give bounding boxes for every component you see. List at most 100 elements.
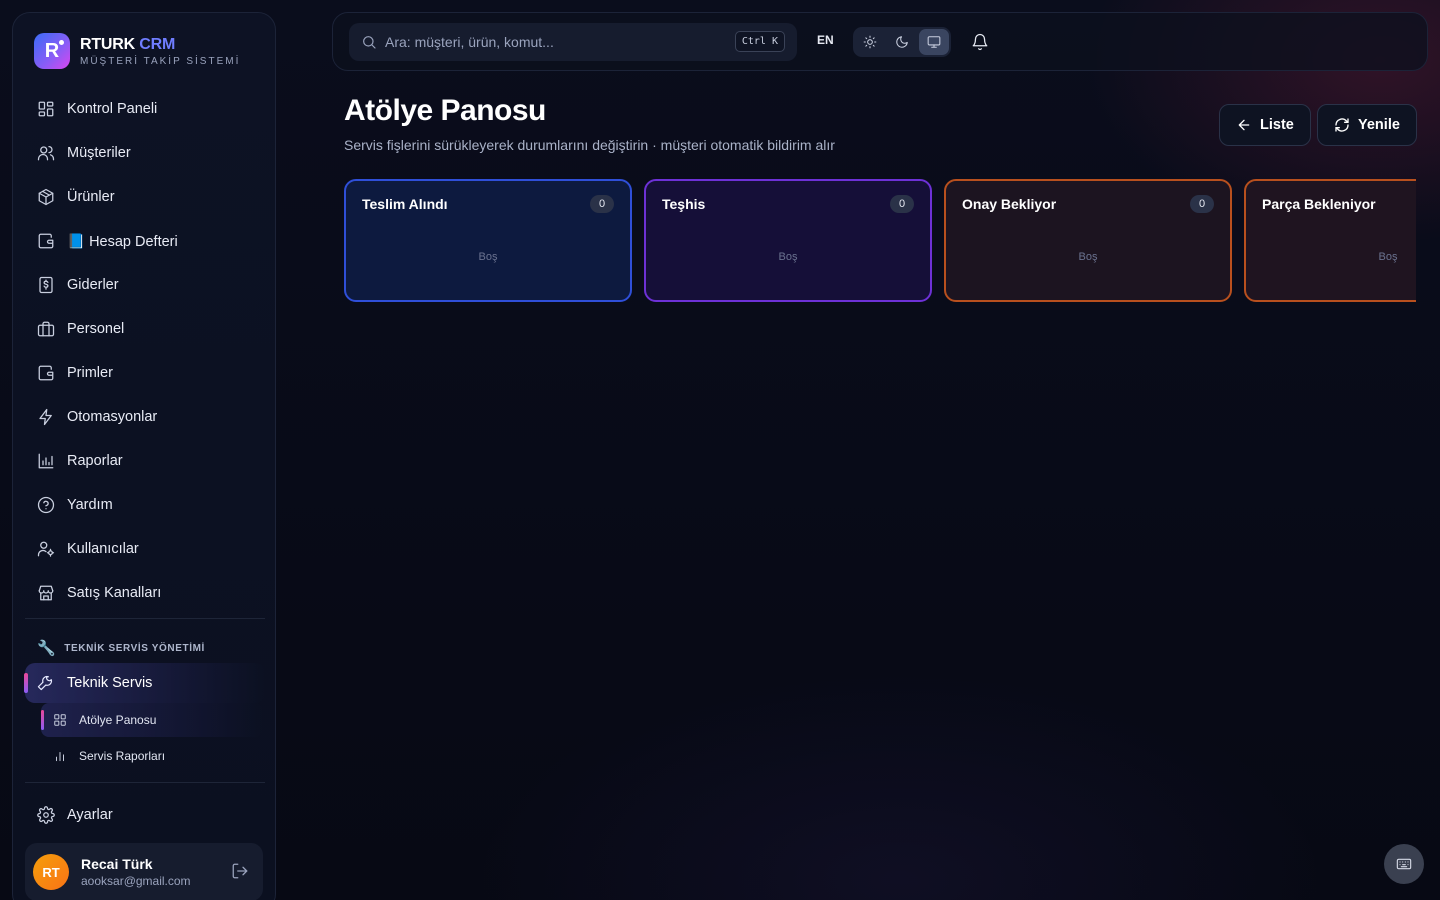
column-title: Teslim Alındı — [362, 196, 448, 212]
avatar: RT — [33, 854, 69, 890]
column-empty-text: Boş — [778, 251, 798, 263]
page-subtitle: Servis fişlerini sürükleyerek durumların… — [344, 137, 835, 153]
user-name: Recai Türk — [81, 856, 153, 872]
dashboard-icon — [38, 101, 54, 117]
sidebar-item-kontrol-paneli[interactable]: Kontrol Paneli — [25, 87, 265, 131]
column-empty-text: Boş — [1378, 251, 1398, 263]
brand-logo: R — [34, 33, 70, 69]
sidebar-item-teknik-servis[interactable]: Teknik Servis — [24, 663, 265, 703]
monitor-icon — [927, 36, 941, 48]
column-count-badge: 0 — [890, 195, 914, 213]
sidebar-item-giderler[interactable]: Giderler — [25, 263, 265, 307]
sidebar-item-label: Ayarlar — [67, 807, 113, 823]
kanban-column-parca-bekleniyor[interactable]: Parça Bekleniyor Boş — [1244, 179, 1416, 302]
sidebar-subitem-label: Servis Raporları — [79, 749, 166, 763]
search-icon — [363, 36, 376, 49]
sidebar-item-otomasyonlar[interactable]: Otomasyonlar — [25, 395, 265, 439]
column-empty-text: Boş — [1078, 251, 1098, 263]
sidebar-item-label: Personel — [67, 321, 125, 337]
sidebar-item-label: Kullanıcılar — [67, 541, 139, 557]
sidebar-item-label: Satış Kanalları — [67, 585, 162, 601]
sidebar-subitem-atolye-panosu[interactable]: Atölye Panosu — [41, 703, 263, 737]
zap-icon — [39, 408, 52, 426]
keyboard-shortcuts-button[interactable] — [1384, 844, 1424, 884]
gear-icon — [37, 806, 55, 824]
shortcut-hint: Ctrl K — [734, 31, 785, 52]
sidebar-item-personel[interactable]: Personel — [25, 307, 265, 351]
brand[interactable]: R RTURK CRM MÜŞTERİ TAKİP SİSTEMİ — [34, 33, 240, 69]
bar-chart-icon — [38, 453, 54, 469]
sidebar: R RTURK CRM MÜŞTERİ TAKİP SİSTEMİ Kontro… — [12, 12, 276, 900]
sidebar-item-urunler[interactable]: Ürünler — [25, 175, 265, 219]
package-icon — [38, 188, 54, 206]
sidebar-item-label: Otomasyonlar — [67, 409, 158, 425]
wallet-icon — [38, 365, 54, 381]
sidebar-item-hesap-defteri[interactable]: 📘 Hesap Defteri — [25, 219, 265, 263]
wallet-icon — [38, 233, 54, 249]
list-button[interactable]: Liste — [1219, 104, 1311, 146]
theme-light-button[interactable] — [855, 29, 885, 55]
logout-button[interactable] — [231, 862, 249, 880]
help-circle-icon — [37, 496, 55, 514]
dashboard-icon — [54, 714, 66, 726]
topbar: Ctrl K EN — [332, 12, 1428, 71]
column-count-badge: 0 — [1190, 195, 1214, 213]
active-indicator — [24, 673, 28, 693]
sidebar-subitem-servis-raporlari[interactable]: Servis Raporları — [41, 739, 263, 773]
user-email: aooksar@gmail.com — [81, 874, 191, 888]
wrench-icon — [37, 675, 53, 691]
sidebar-item-satis-kanallari[interactable]: Satış Kanalları — [25, 571, 265, 615]
language-switch[interactable]: EN — [817, 33, 834, 47]
theme-toggle-group — [853, 27, 951, 57]
sidebar-item-ayarlar[interactable]: Ayarlar — [25, 793, 265, 837]
theme-dark-button[interactable] — [887, 29, 917, 55]
sidebar-item-label: Teknik Servis — [67, 675, 153, 691]
column-title: Teşhis — [662, 196, 706, 212]
sidebar-item-musteriler[interactable]: Müşteriler — [25, 131, 265, 175]
user-card[interactable]: RT Recai Türk aooksar@gmail.com — [25, 843, 263, 900]
users-icon — [37, 145, 55, 161]
kanban-column-onay-bekliyor[interactable]: Onay Bekliyor 0 Boş — [944, 179, 1232, 302]
refresh-icon — [1335, 118, 1349, 132]
sidebar-item-label: Müşteriler — [67, 145, 131, 161]
receipt-icon — [39, 276, 53, 294]
kanban-board: Teslim Alındı 0 Boş Teşhis 0 Boş Onay Be… — [344, 179, 1416, 303]
brand-name: RTURK CRM — [80, 35, 176, 53]
kanban-column-teslim-alindi[interactable]: Teslim Alındı 0 Boş — [344, 179, 632, 302]
section-title-teknik-servis: 🔧 TEKNİK SERVİS YÖNETİMİ — [37, 640, 205, 657]
sidebar-item-label: Raporlar — [67, 453, 123, 469]
kanban-column-teshis[interactable]: Teşhis 0 Boş — [644, 179, 932, 302]
page-title: Atölye Panosu — [344, 94, 546, 127]
briefcase-icon — [37, 321, 55, 337]
sidebar-item-label: Ürünler — [67, 189, 115, 205]
column-title: Onay Bekliyor — [962, 196, 1057, 212]
keyboard-icon — [1396, 858, 1412, 870]
sidebar-item-label: Kontrol Paneli — [67, 101, 158, 117]
theme-system-button[interactable] — [919, 29, 949, 55]
sidebar-item-primler[interactable]: Primler — [25, 351, 265, 395]
divider — [25, 618, 265, 619]
store-icon — [38, 585, 54, 601]
sidebar-nav: Kontrol Paneli Müşteriler Ürünler 📘 Hesa… — [25, 87, 265, 615]
sidebar-item-label: 📘 Hesap Defteri — [67, 233, 178, 250]
notifications-button[interactable] — [971, 33, 989, 51]
arrow-left-icon — [1238, 119, 1250, 131]
sidebar-item-yardim[interactable]: Yardım — [25, 483, 265, 527]
brand-subtitle: MÜŞTERİ TAKİP SİSTEMİ — [80, 55, 241, 67]
sidebar-item-kullanicilar[interactable]: Kullanıcılar — [25, 527, 265, 571]
bar-chart-icon — [56, 752, 64, 762]
refresh-button[interactable]: Yenile — [1317, 104, 1417, 146]
sidebar-item-raporlar[interactable]: Raporlar — [25, 439, 265, 483]
logout-icon — [232, 863, 248, 879]
column-empty-text: Boş — [478, 251, 498, 263]
sidebar-subitem-label: Atölye Panosu — [79, 713, 157, 727]
column-count-badge: 0 — [590, 195, 614, 213]
sidebar-item-label: Giderler — [67, 277, 119, 293]
bell-icon — [972, 33, 988, 51]
column-title: Parça Bekleniyor — [1262, 196, 1376, 212]
search-box[interactable]: Ctrl K — [349, 23, 797, 61]
user-cog-icon — [37, 541, 55, 557]
sidebar-item-label: Primler — [67, 365, 113, 381]
moon-icon — [896, 36, 908, 48]
wrench-icon: 🔧 — [37, 640, 57, 657]
